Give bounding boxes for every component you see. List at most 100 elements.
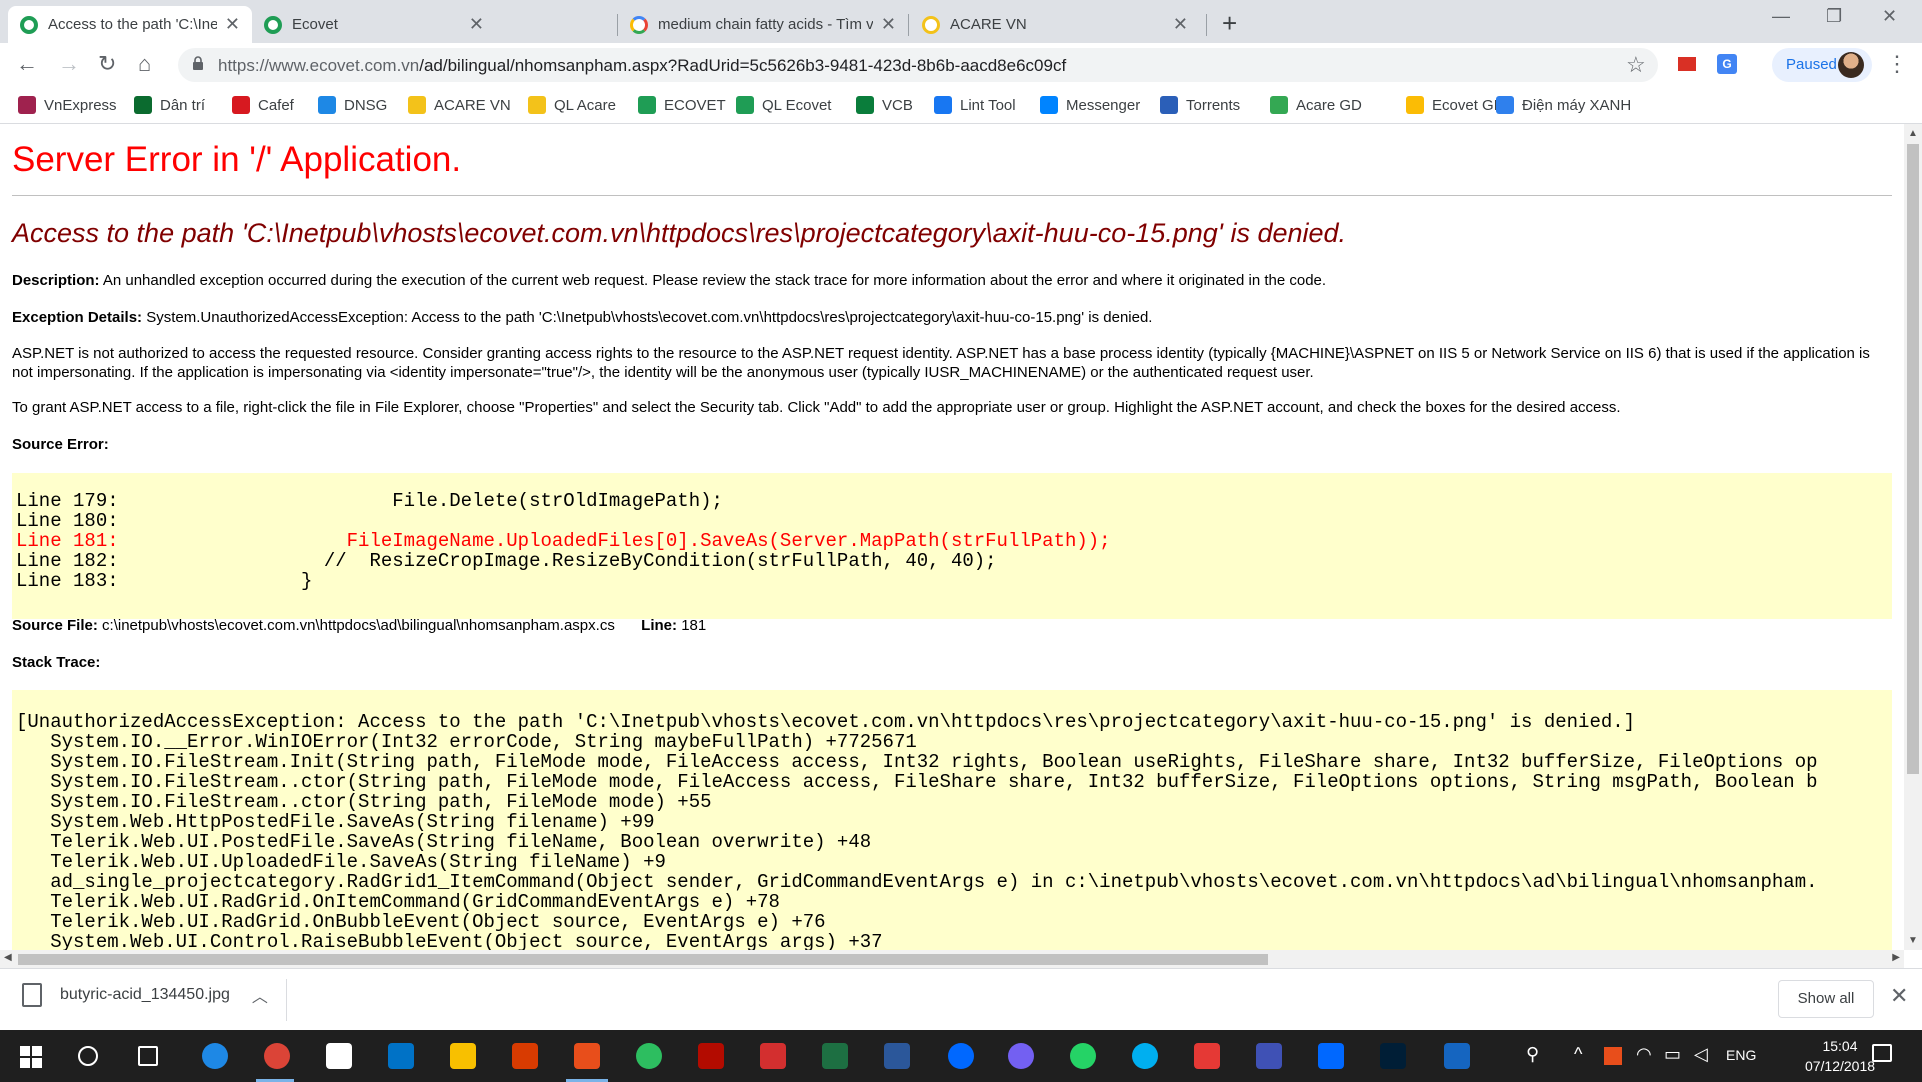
close-download-bar-icon[interactable]: ✕	[1890, 983, 1908, 1009]
scroll-up-icon[interactable]: ▲	[1908, 128, 1918, 139]
back-icon[interactable]: ←	[16, 51, 38, 77]
zalo-chat-icon[interactable]	[1318, 1043, 1344, 1069]
close-tab-icon[interactable]: ✕	[1173, 14, 1188, 35]
bookmark-star-icon[interactable]: ☆	[1626, 52, 1646, 78]
bookmark-acare-gd[interactable]: Acare GD	[1270, 96, 1362, 114]
bookmark-acare-vn[interactable]: ACARE VN	[408, 96, 511, 114]
bookmark-ql-ecovet[interactable]: QL Ecovet	[736, 96, 831, 114]
battery-icon[interactable]: ▭	[1664, 1044, 1681, 1065]
source-line: Line 179: File.Delete(strOldImagePath);	[16, 490, 723, 512]
evernote-icon[interactable]	[636, 1043, 662, 1069]
notifications-icon[interactable]	[1872, 1044, 1892, 1062]
profile-paused-button[interactable]: Paused	[1772, 48, 1872, 82]
bookmark-lint-tool[interactable]: Lint Tool	[934, 96, 1016, 114]
snagit-icon[interactable]	[574, 1043, 600, 1069]
stack-trace-line: ad_single_projectcategory.RadGrid1_ItemC…	[16, 871, 1818, 893]
windows-start-icon[interactable]	[20, 1046, 42, 1068]
menu-kebab-icon[interactable]: ⋮	[1886, 51, 1908, 77]
office-icon[interactable]	[512, 1043, 538, 1069]
skype-icon[interactable]	[1132, 1043, 1158, 1069]
bookmark-label: Ecovet GD	[1432, 96, 1505, 114]
bookmark-messenger[interactable]: Messenger	[1040, 96, 1140, 114]
calendar-icon[interactable]	[326, 1043, 352, 1069]
aspnet-note: ASP.NET is not authorized to access the …	[12, 345, 1870, 381]
lock-icon[interactable]	[192, 56, 204, 70]
people-icon[interactable]: ⚲	[1526, 1044, 1539, 1065]
address-bar[interactable]: https://www.ecovet.com.vn/ad/bilingual/n…	[178, 48, 1658, 82]
input-language[interactable]: ENG	[1726, 1047, 1756, 1063]
bookmark-torrents[interactable]: Torrents	[1160, 96, 1240, 114]
save-disk-icon[interactable]	[1256, 1043, 1282, 1069]
restore-icon[interactable]: ❐	[1826, 6, 1842, 27]
line-number: 181	[681, 617, 707, 634]
windows-taskbar: ⚲ ^ ◠ ▭ ◁ ENG 15:04 07/12/2018	[0, 1030, 1922, 1082]
tab-acare[interactable]: ACARE VN ✕	[910, 6, 1200, 43]
wps-icon[interactable]	[760, 1043, 786, 1069]
close-window-icon[interactable]: ✕	[1882, 6, 1897, 27]
bookmark-d-n-tr-[interactable]: Dân trí	[134, 96, 205, 114]
bookmark-icon	[318, 96, 336, 114]
bookmark-vnexpress[interactable]: VnExpress	[18, 96, 117, 114]
acrobat-icon[interactable]	[698, 1043, 724, 1069]
search-icon[interactable]	[78, 1046, 98, 1066]
forward-icon[interactable]: →	[58, 51, 80, 77]
word-icon[interactable]	[884, 1043, 910, 1069]
bookmark-label: Messenger	[1066, 96, 1141, 114]
reload-icon[interactable]: ↻	[98, 51, 116, 77]
new-tab-icon[interactable]: +	[1222, 8, 1237, 39]
close-tab-icon[interactable]: ✕	[225, 14, 240, 35]
vertical-scrollbar[interactable]: ▲ ▼	[1904, 124, 1922, 950]
outlook-icon[interactable]	[388, 1043, 414, 1069]
viber-icon[interactable]	[1008, 1043, 1034, 1069]
snagit-tray-icon[interactable]	[1604, 1047, 1622, 1065]
bookmark-ecovet-gd[interactable]: Ecovet GD	[1406, 96, 1505, 114]
wifi-icon[interactable]: ◠	[1636, 1044, 1652, 1065]
scroll-down-icon[interactable]: ▼	[1908, 935, 1918, 946]
scroll-right-icon[interactable]: ▶	[1892, 952, 1900, 963]
vertical-scroll-thumb[interactable]	[1907, 144, 1919, 774]
excel-icon[interactable]	[822, 1043, 848, 1069]
gmail-extension-icon[interactable]	[1678, 57, 1696, 71]
bookmark-ql-acare[interactable]: QL Acare	[528, 96, 616, 114]
source-line: Line 183: }	[16, 570, 313, 592]
horizontal-scroll-thumb[interactable]	[18, 954, 1268, 965]
close-tab-icon[interactable]: ✕	[469, 14, 484, 35]
minimize-icon[interactable]: —	[1772, 6, 1790, 27]
tab-google-search[interactable]: medium chain fatty acids - Tìm vớ ✕	[618, 6, 908, 43]
screenshot-icon[interactable]	[1444, 1043, 1470, 1069]
bookmark-vcb[interactable]: VCB	[856, 96, 913, 114]
file-explorer-icon[interactable]	[450, 1043, 476, 1069]
bookmarks-bar: VnExpress Dân trí Cafef DNSG ACARE VN QL Acar…	[0, 88, 1922, 124]
stack-trace-line: Telerik.Web.UI.RadGrid.OnItemCommand(Gri…	[16, 891, 780, 913]
tab-separator	[1206, 14, 1207, 36]
chrome-icon[interactable]	[264, 1043, 290, 1069]
home-icon[interactable]: ⌂	[138, 51, 151, 77]
translate-extension-icon[interactable]: G	[1717, 54, 1737, 74]
zalo-icon[interactable]	[948, 1043, 974, 1069]
url-text[interactable]: https://www.ecovet.com.vn/ad/bilingual/n…	[218, 56, 1066, 76]
edge-icon[interactable]	[202, 1043, 228, 1069]
chevron-up-icon[interactable]: ^	[1574, 1044, 1582, 1065]
photoshop-icon[interactable]	[1380, 1043, 1406, 1069]
close-tab-icon[interactable]: ✕	[881, 14, 896, 35]
tab-error-page[interactable]: Access to the path 'C:\Inetpub\vh ✕	[8, 6, 252, 43]
show-all-button[interactable]: Show all	[1778, 980, 1874, 1018]
tab-ecovet[interactable]: Ecovet ✕	[252, 6, 496, 43]
pdf-editor-icon[interactable]	[1194, 1043, 1220, 1069]
bookmark--i-n-m-y-xanh[interactable]: Điện máy XANH	[1496, 96, 1631, 114]
tab-strip: Access to the path 'C:\Inetpub\vh ✕ Ecov…	[0, 0, 1922, 43]
bookmark-cafef[interactable]: Cafef	[232, 96, 294, 114]
bookmark-ecovet[interactable]: ECOVET	[638, 96, 726, 114]
download-bar: butyric-acid_134450.jpg ︿ Show all ✕	[0, 968, 1922, 1030]
scroll-left-icon[interactable]: ◀	[4, 952, 12, 963]
stack-trace-line: Telerik.Web.UI.RadGrid.OnBubbleEvent(Obj…	[16, 911, 826, 933]
url-host: https://www.ecovet.com.vn	[218, 56, 420, 75]
horizontal-scrollbar[interactable]: ◀ ▶	[0, 950, 1904, 968]
bookmark-dnsg[interactable]: DNSG	[318, 96, 387, 114]
download-item[interactable]: butyric-acid_134450.jpg ︿	[22, 983, 268, 1007]
chevron-up-icon[interactable]: ︿	[252, 983, 268, 1007]
stack-trace-line: System.IO.FileStream.Init(String path, F…	[16, 751, 1818, 773]
volume-icon[interactable]: ◁	[1694, 1044, 1708, 1065]
whatsapp-icon[interactable]	[1070, 1043, 1096, 1069]
task-view-icon[interactable]	[138, 1046, 158, 1066]
